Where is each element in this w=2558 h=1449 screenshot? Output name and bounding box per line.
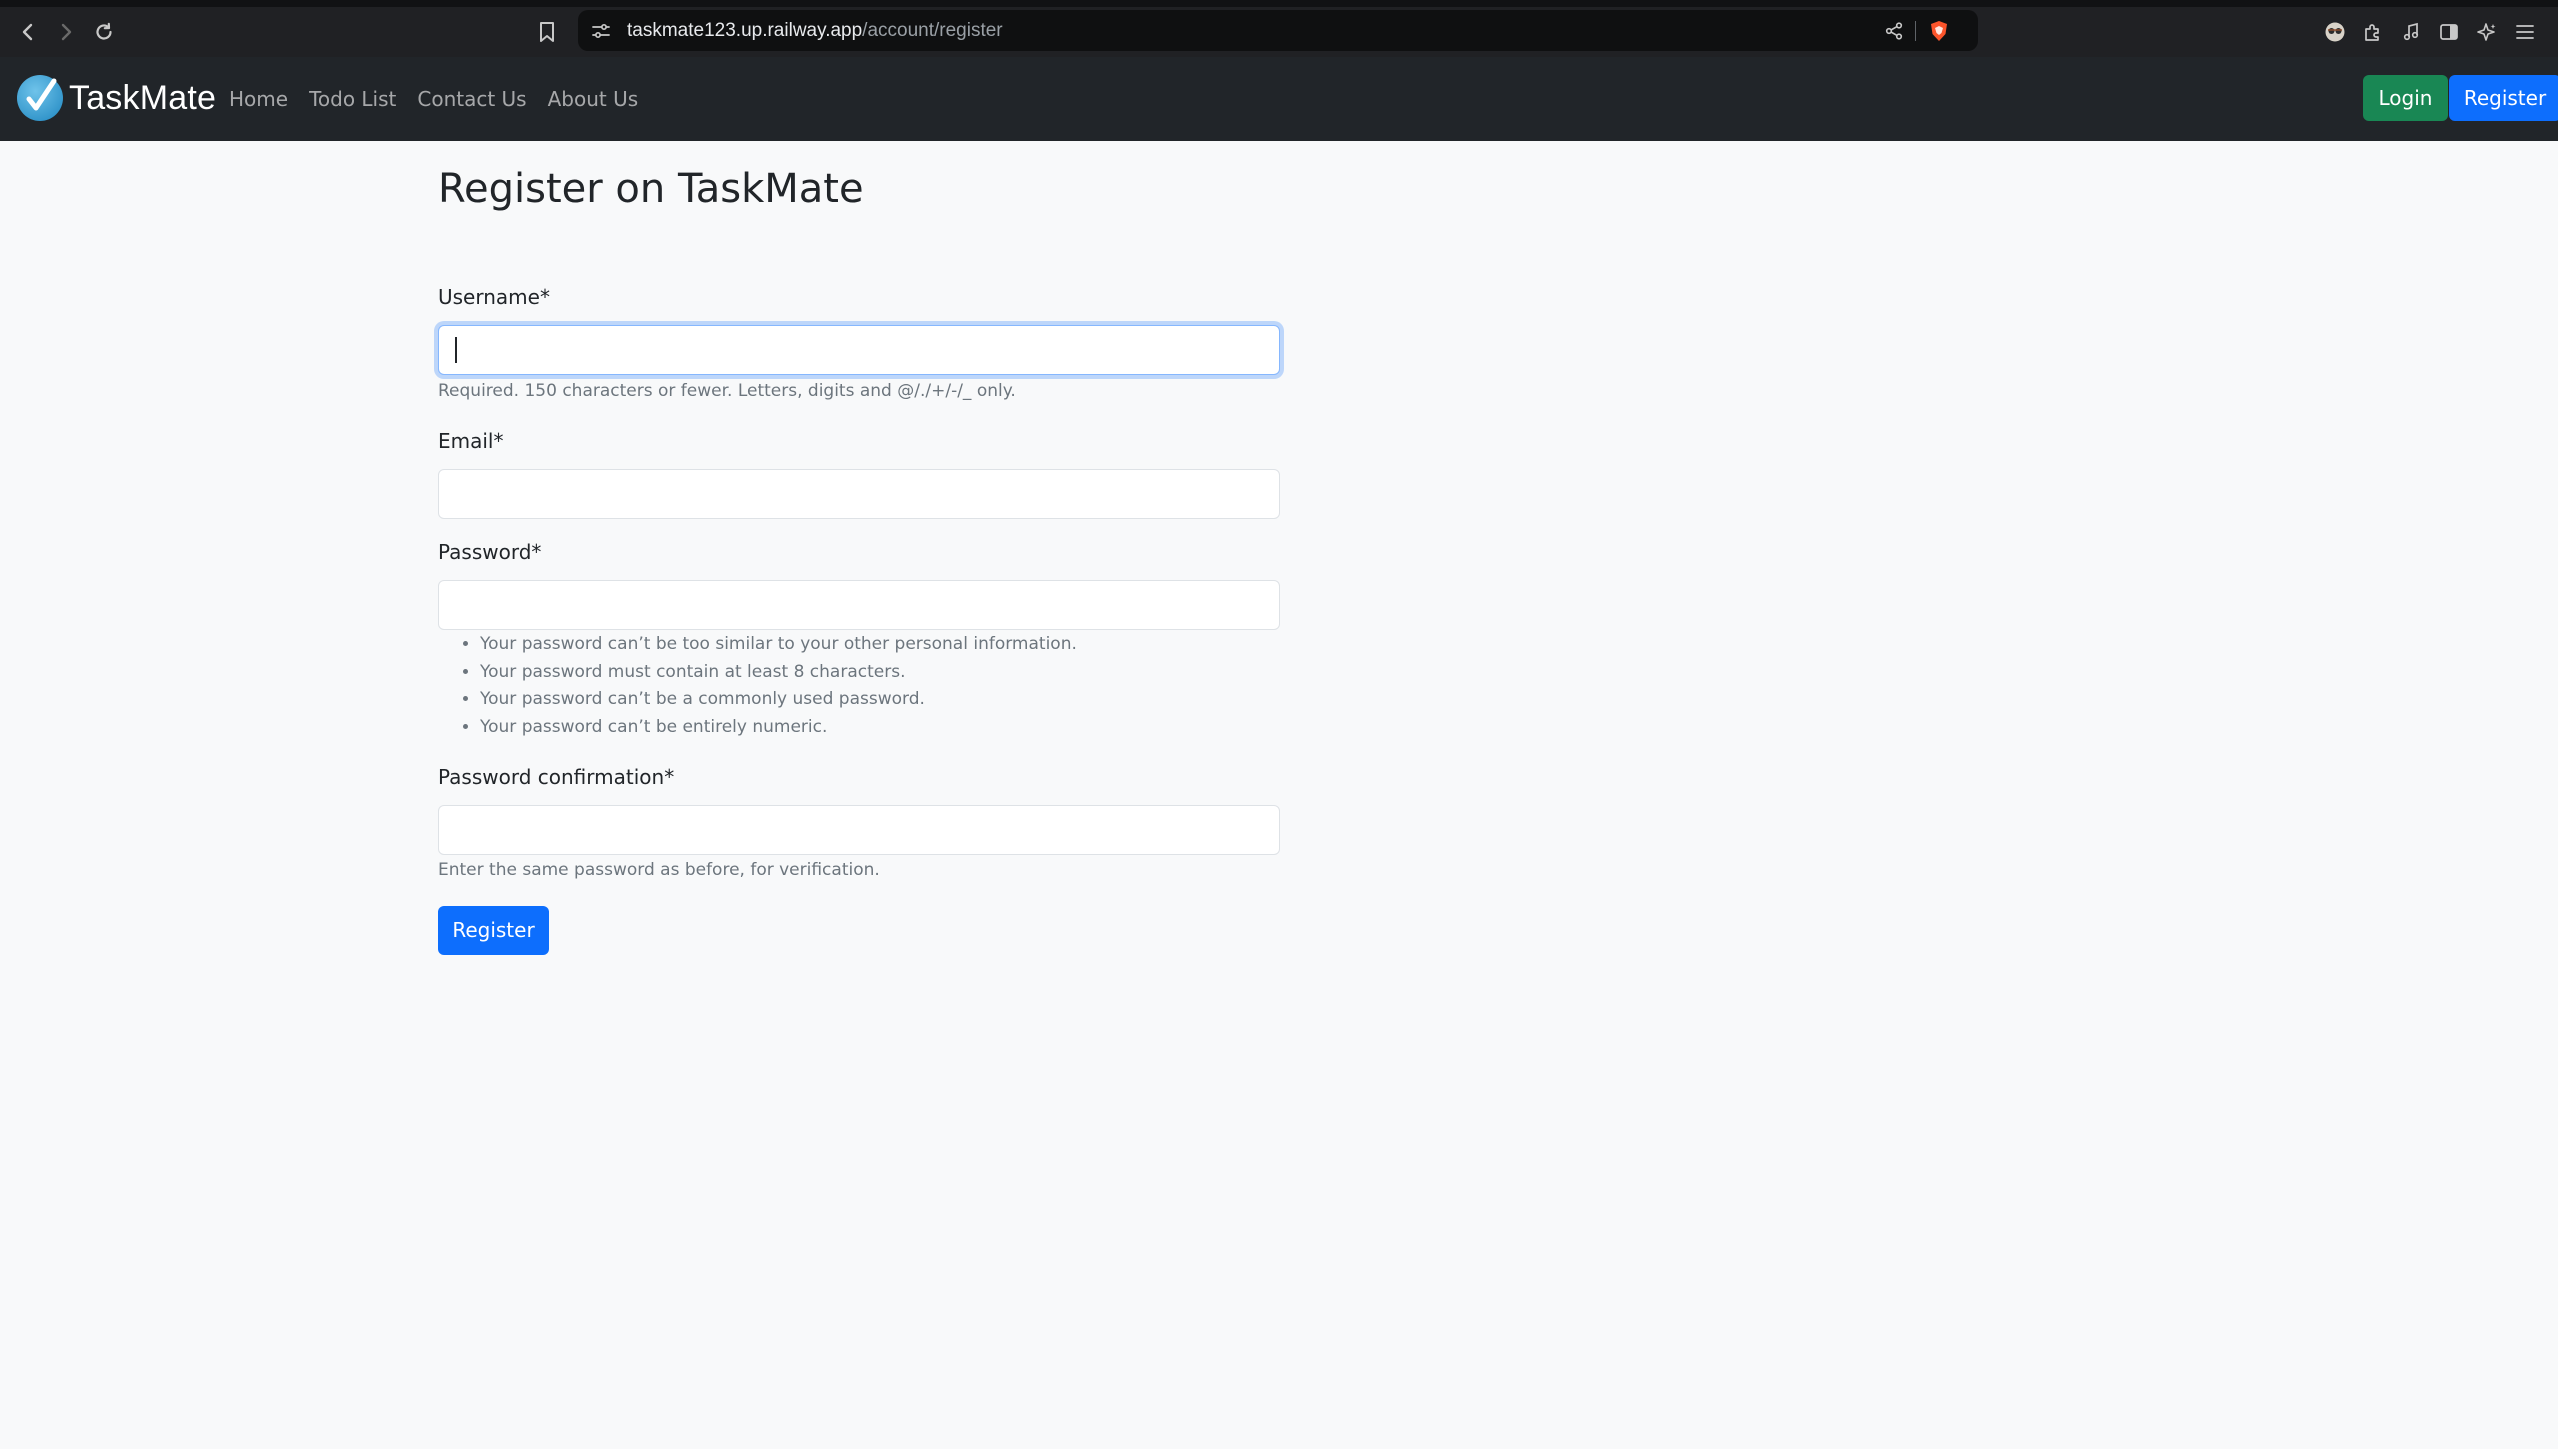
nav-links: Home Todo List Contact Us About Us — [229, 57, 659, 141]
page-title: Register on TaskMate — [438, 166, 864, 212]
username-input[interactable] — [438, 325, 1280, 375]
menu-icon[interactable] — [2512, 7, 2538, 57]
username-help: Required. 150 characters or fewer. Lette… — [438, 381, 1016, 401]
brand-name: TaskMate — [69, 78, 217, 117]
address-bar-divider — [1915, 21, 1916, 41]
password-input[interactable] — [438, 580, 1280, 630]
register-submit-button[interactable]: Register — [438, 906, 549, 955]
password-rule: Your password can’t be too similar to yo… — [480, 631, 1077, 659]
password-label: Password* — [438, 540, 542, 564]
nav-about-us[interactable]: About Us — [548, 87, 639, 111]
site-navbar: TaskMate Home Todo List Contact Us About… — [0, 57, 2558, 141]
login-button[interactable]: Login — [2363, 75, 2448, 121]
extension-avatar-icon[interactable] — [2322, 7, 2348, 57]
extensions-icon[interactable] — [2360, 7, 2386, 57]
nav-contact-us[interactable]: Contact Us — [417, 87, 526, 111]
share-icon[interactable] — [1881, 10, 1907, 51]
brave-shield-icon[interactable] — [1926, 10, 1952, 51]
register-nav-button[interactable]: Register — [2449, 75, 2558, 121]
sidebar-icon[interactable] — [2436, 7, 2462, 57]
password-rule: Your password can’t be a commonly used p… — [480, 686, 1077, 714]
text-caret — [455, 337, 457, 363]
brand[interactable]: TaskMate — [17, 74, 216, 122]
site-settings-icon[interactable] — [588, 10, 614, 51]
forward-icon[interactable] — [52, 7, 80, 57]
browser-toolbar: taskmate123.up.railway.app/account/regis… — [0, 0, 2558, 57]
password-confirmation-label: Password confirmation* — [438, 765, 675, 789]
back-icon[interactable] — [14, 7, 42, 57]
password-confirmation-input[interactable] — [438, 805, 1280, 855]
nav-home[interactable]: Home — [229, 87, 288, 111]
url-text: taskmate123.up.railway.app/account/regis… — [627, 10, 1003, 51]
url-path: /account/register — [862, 20, 1003, 41]
bookmark-icon[interactable] — [533, 7, 561, 57]
password-rule: Your password can’t be entirely numeric. — [480, 714, 1077, 742]
email-label: Email* — [438, 429, 504, 453]
leo-ai-icon[interactable] — [2474, 7, 2500, 57]
nav-todo-list[interactable]: Todo List — [309, 87, 396, 111]
reload-icon[interactable] — [90, 7, 118, 57]
password-confirmation-help: Enter the same password as before, for v… — [438, 860, 880, 880]
checkmark-logo-icon — [17, 75, 63, 121]
address-bar[interactable]: taskmate123.up.railway.app/account/regis… — [578, 10, 1978, 51]
password-rule: Your password must contain at least 8 ch… — [480, 659, 1077, 687]
url-host: taskmate123.up.railway.app — [627, 20, 863, 41]
password-rules: Your password can’t be too similar to yo… — [438, 631, 1077, 741]
media-icon[interactable] — [2398, 7, 2424, 57]
email-input[interactable] — [438, 469, 1280, 519]
username-label: Username* — [438, 285, 550, 309]
